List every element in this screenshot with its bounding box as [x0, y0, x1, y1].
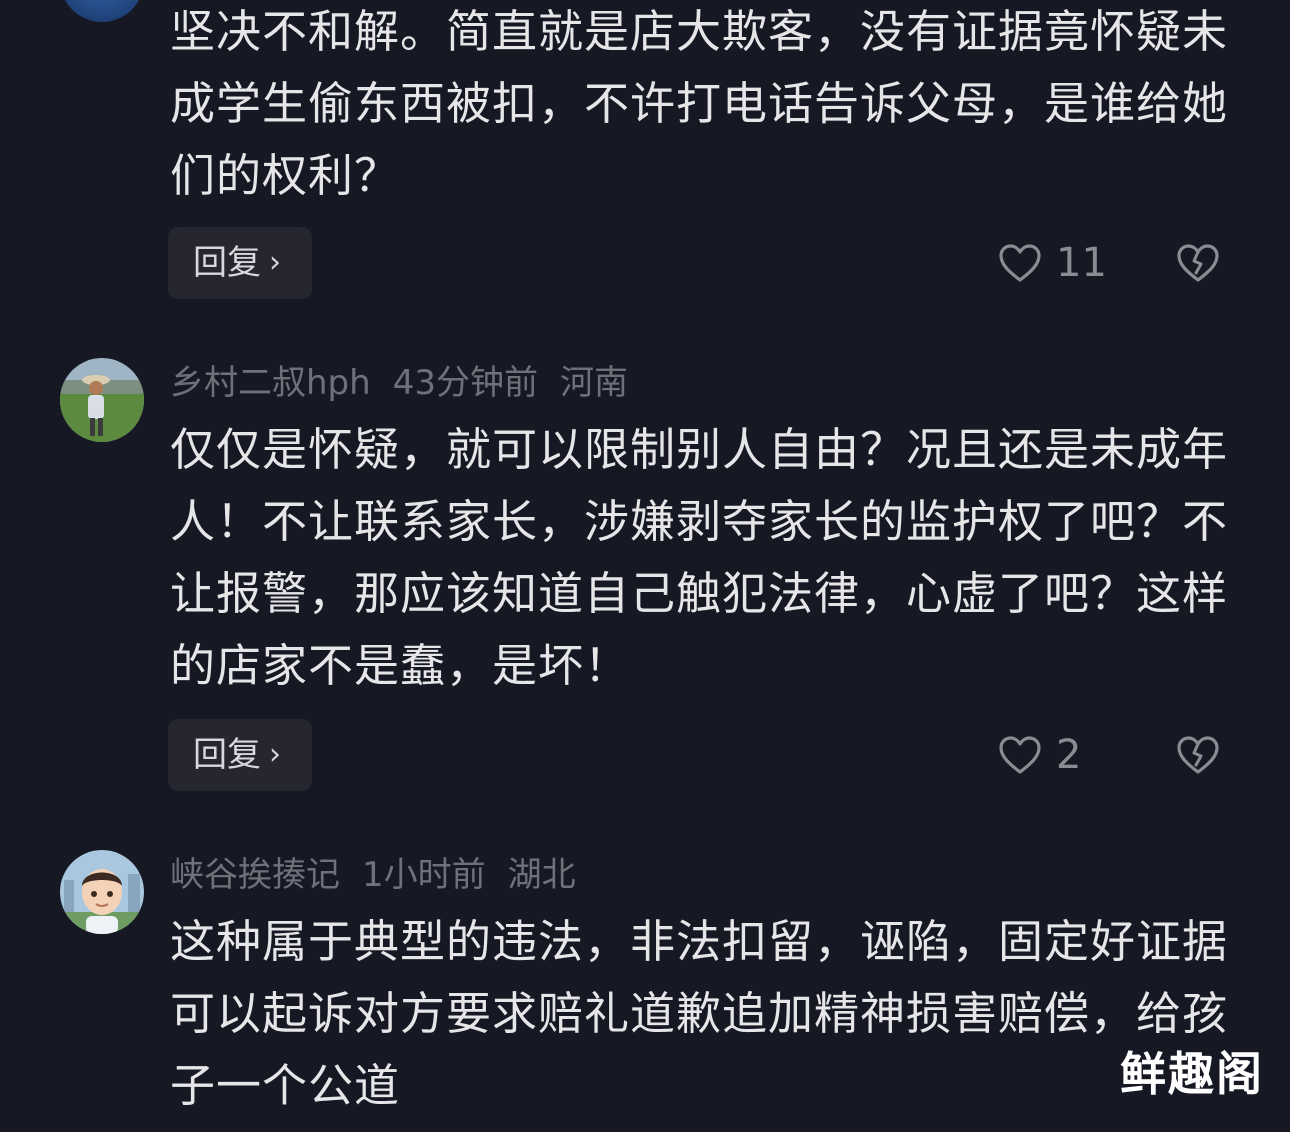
watermark: 鲜趣阁 — [1120, 1047, 1264, 1101]
like-count: 2 — [1056, 732, 1082, 778]
avatar[interactable] — [60, 0, 144, 22]
avatar-image — [60, 358, 144, 442]
like-count: 11 — [1056, 240, 1107, 286]
comment-meta: 乡村二叔hph 43分钟前 河南 — [170, 358, 650, 408]
timestamp: 43分钟前 — [392, 363, 538, 403]
heart-outline-icon — [999, 736, 1041, 774]
dislike-button[interactable] — [1176, 227, 1224, 299]
chevron-right-icon: › — [269, 245, 281, 280]
broken-heart-icon — [1177, 244, 1219, 282]
comment-text: 仅仅是怀疑，就可以限制别人自由？况且还是未成年人！不让联系家长，涉嫌剥夺家长的监… — [170, 423, 1229, 692]
reply-button[interactable]: 回复 › — [168, 719, 312, 791]
avatar-image — [60, 850, 144, 934]
reply-label: 回复 — [193, 735, 261, 775]
like-button[interactable]: 2 — [998, 719, 1081, 791]
comment-meta: 峡谷挨揍记 1小时前 湖北 — [170, 850, 598, 900]
reply-button[interactable]: 回复 › — [168, 227, 312, 299]
location: 河南 — [559, 363, 628, 403]
like-button[interactable]: 11 — [998, 227, 1107, 299]
avatar[interactable] — [60, 850, 144, 934]
avatar-image — [60, 0, 144, 22]
dislike-button[interactable] — [1176, 719, 1224, 791]
username[interactable]: 峡谷挨揍记 — [170, 855, 340, 895]
chevron-right-icon: › — [269, 737, 281, 772]
location: 湖北 — [507, 855, 576, 895]
timestamp: 1小时前 — [362, 855, 486, 895]
username[interactable]: 乡村二叔hph — [170, 363, 371, 403]
comment-text: 坚决不和解。简直就是店大欺客，没有证据竟怀疑未成学生偷东西被扣，不许打电话告诉父… — [170, 5, 1229, 202]
reply-label: 回复 — [193, 243, 261, 283]
heart-outline-icon — [999, 244, 1041, 282]
broken-heart-icon — [1177, 736, 1219, 774]
comment-text: 这种属于典型的违法，非法扣留，诬陷，固定好证据可以起诉对方要求赔礼道歉追加精神损… — [170, 915, 1229, 1112]
avatar[interactable] — [60, 358, 144, 442]
